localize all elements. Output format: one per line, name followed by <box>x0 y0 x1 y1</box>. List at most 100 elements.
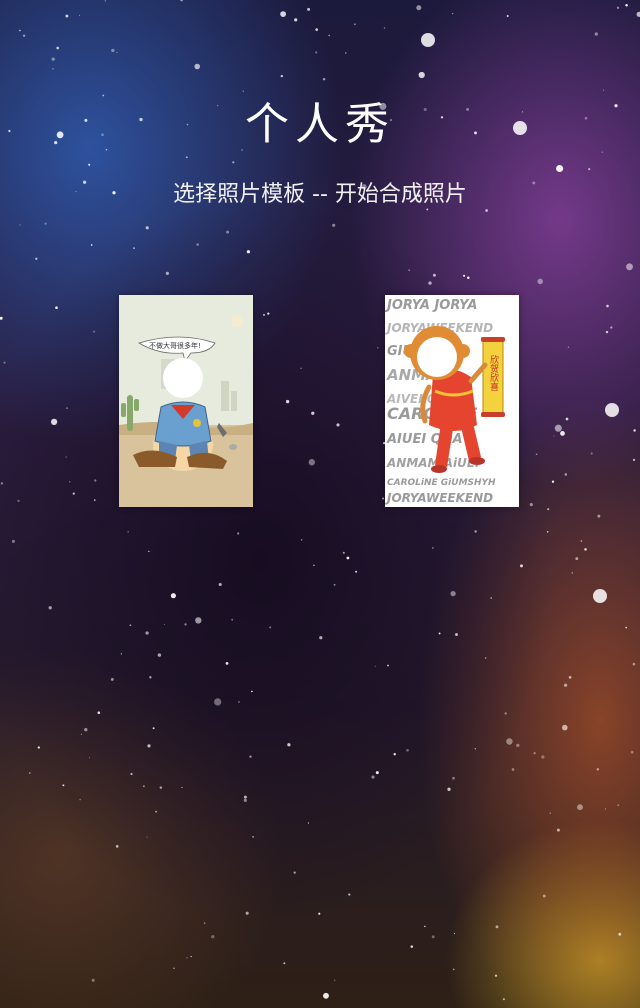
star <box>311 411 315 415</box>
star <box>165 271 169 275</box>
scroll-text: 欣贺欣喜 <box>488 354 499 392</box>
star <box>618 932 622 936</box>
star <box>56 46 60 50</box>
star <box>91 978 95 982</box>
bright-star <box>605 403 619 417</box>
star <box>19 224 21 226</box>
pattern-line-9: CAROLiNE GiUMSHYH <box>387 478 496 488</box>
star <box>3 361 6 364</box>
star <box>246 250 251 254</box>
star <box>55 306 58 310</box>
star <box>214 698 222 706</box>
star <box>353 23 356 26</box>
star <box>562 724 568 731</box>
star <box>146 836 148 838</box>
star <box>90 244 93 246</box>
star <box>51 57 55 61</box>
star <box>218 582 222 587</box>
star <box>549 812 551 814</box>
star <box>285 399 290 404</box>
star <box>315 28 319 31</box>
star <box>120 653 122 655</box>
template-card-monkey[interactable]: JORYA JORYA JORYAWEEKEND GIUMSHYH ANMAN … <box>385 295 519 507</box>
star <box>626 263 633 271</box>
star <box>416 5 422 11</box>
star <box>453 932 456 935</box>
star <box>375 771 379 775</box>
star <box>84 728 88 732</box>
star <box>334 979 336 981</box>
page-subtitle: 选择照片模板 -- 开始合成照片 <box>173 182 467 207</box>
star <box>467 276 470 279</box>
star <box>93 330 95 333</box>
star <box>410 945 414 948</box>
star <box>37 746 40 749</box>
template-card-cowboy[interactable]: 不做大哥很多年! ~ <box>119 295 253 507</box>
star <box>72 492 75 495</box>
star <box>382 497 385 500</box>
star <box>111 48 115 53</box>
star <box>143 785 145 788</box>
monkey-template-image: JORYA JORYA JORYAWEEKEND GIUMSHYH ANMAN … <box>385 295 519 507</box>
star <box>116 51 118 54</box>
star <box>617 804 619 806</box>
star <box>371 775 375 779</box>
star <box>506 15 509 17</box>
star <box>94 499 96 501</box>
star <box>97 711 101 714</box>
star <box>66 407 69 410</box>
star <box>190 955 192 958</box>
star <box>431 935 435 939</box>
star <box>231 618 234 621</box>
star <box>333 583 336 586</box>
star <box>211 935 215 939</box>
star <box>495 925 499 929</box>
star <box>520 564 523 568</box>
star <box>152 727 155 730</box>
star <box>195 617 202 624</box>
star <box>463 274 466 277</box>
star <box>383 27 386 29</box>
star <box>35 257 38 260</box>
star <box>88 163 91 166</box>
star <box>300 367 302 369</box>
star <box>605 330 609 334</box>
star <box>633 429 636 432</box>
star <box>485 209 488 212</box>
star <box>225 662 229 665</box>
star <box>203 922 206 924</box>
star <box>280 74 283 78</box>
star <box>243 795 247 799</box>
star <box>19 29 21 32</box>
star <box>163 623 165 626</box>
star <box>80 733 82 735</box>
star <box>318 912 321 915</box>
star <box>269 626 272 629</box>
cowboy-template-image: 不做大哥很多年! ~ <box>119 295 253 507</box>
star <box>490 597 493 599</box>
star <box>307 822 309 824</box>
star <box>237 532 240 535</box>
star <box>52 68 54 70</box>
star <box>115 845 119 848</box>
star <box>474 530 477 533</box>
star <box>0 482 4 485</box>
star <box>494 974 498 977</box>
star <box>630 750 634 754</box>
star <box>194 63 200 70</box>
star <box>323 992 329 999</box>
star <box>596 768 599 771</box>
star <box>438 632 441 635</box>
bright-star <box>421 33 435 47</box>
star <box>418 71 425 79</box>
star <box>186 957 188 959</box>
star <box>315 51 318 54</box>
star <box>50 418 58 426</box>
star <box>173 967 175 970</box>
pattern-line-1: JORYA JORYA <box>385 298 477 313</box>
star <box>22 34 26 37</box>
star <box>502 998 505 1001</box>
star <box>133 247 135 249</box>
svg-text:~: ~ <box>215 465 219 471</box>
star <box>65 14 69 18</box>
